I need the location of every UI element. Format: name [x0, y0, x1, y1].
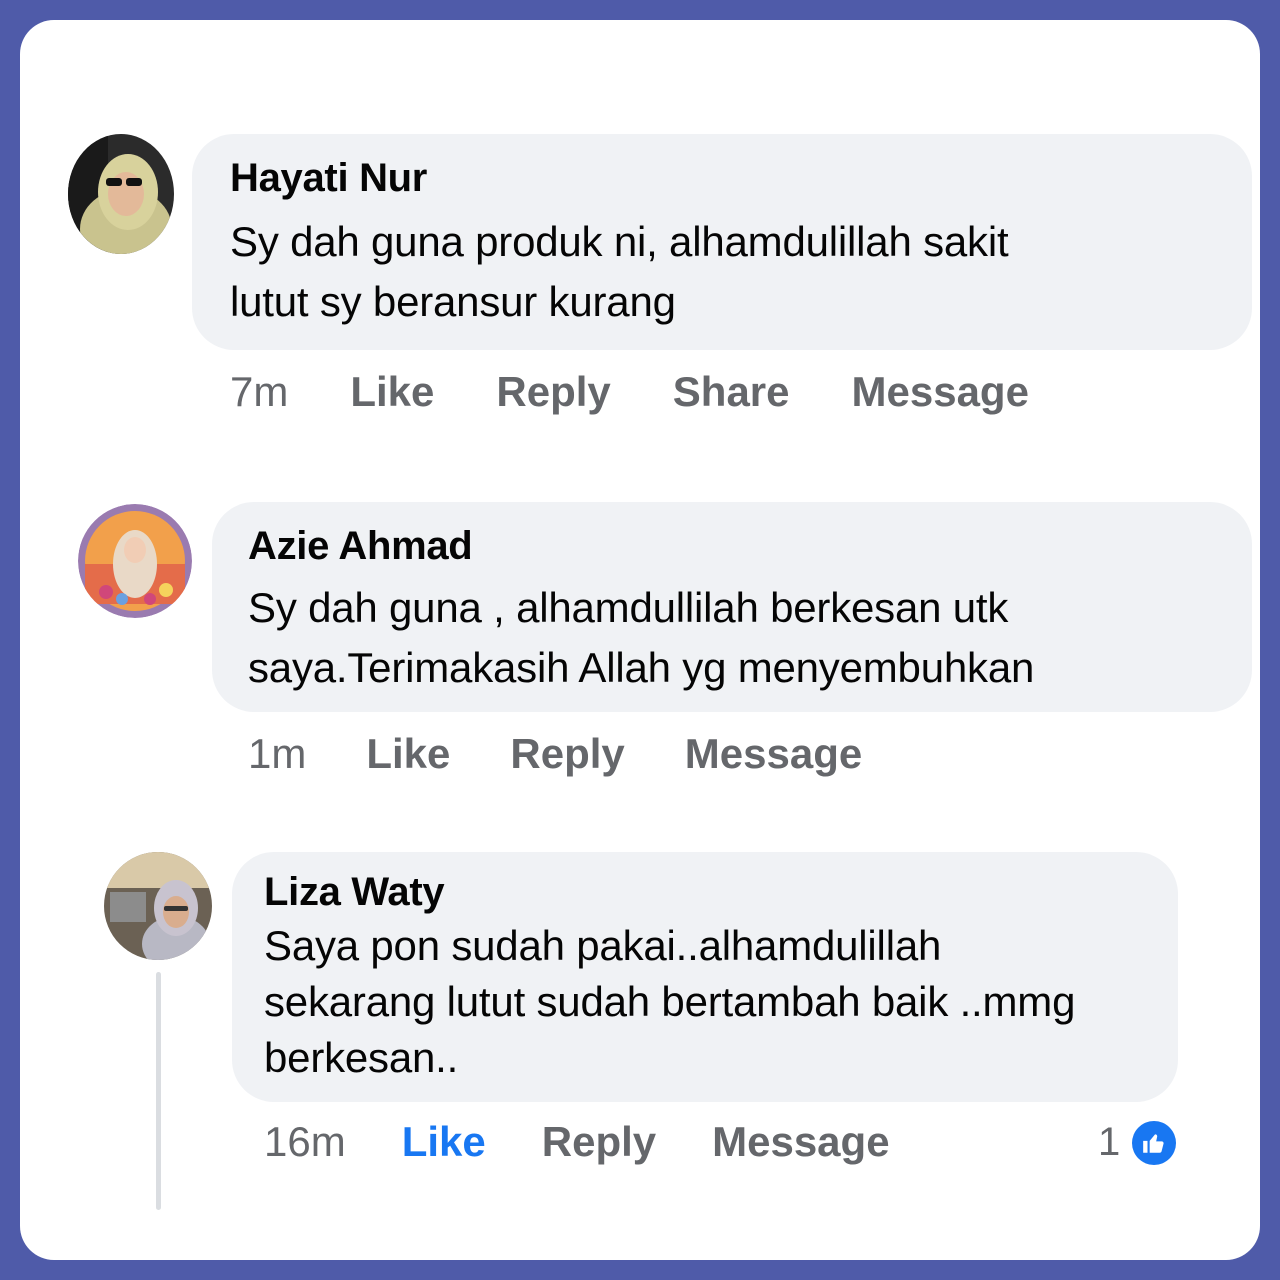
avatar[interactable] — [104, 852, 212, 960]
comment-time[interactable]: 7m — [230, 368, 288, 416]
thumbs-up-icon — [1132, 1120, 1177, 1165]
comment-text: Sy dah guna , alhamdullilah berkesan utk… — [248, 578, 1034, 698]
share-button[interactable]: Share — [673, 368, 790, 416]
reply-button[interactable]: Reply — [496, 368, 610, 416]
reply-thread-line — [156, 972, 161, 1210]
comment-time[interactable]: 16m — [264, 1118, 346, 1166]
comment-author[interactable]: Hayati Nur — [230, 156, 427, 201]
comment-text: Sy dah guna produk ni, alhamdulillah sak… — [230, 212, 1009, 332]
comment-text-line: Sy dah guna produk ni, alhamdulillah sak… — [230, 218, 1009, 265]
comment-text: Saya pon sudah pakai..alhamdulillah seka… — [264, 918, 1075, 1086]
avatar[interactable] — [68, 134, 174, 254]
comments-card: Hayati Nur Sy dah guna produk ni, alhamd… — [20, 20, 1260, 1260]
reply-button[interactable]: Reply — [542, 1118, 656, 1166]
message-button[interactable]: Message — [852, 368, 1029, 416]
like-button[interactable]: Like — [350, 368, 434, 416]
comment-author[interactable]: Azie Ahmad — [248, 524, 473, 569]
avatar[interactable] — [78, 504, 192, 618]
comment-author[interactable]: Liza Waty — [264, 870, 445, 915]
profile-photo — [104, 852, 212, 960]
comment-time[interactable]: 1m — [248, 730, 306, 778]
comment-text-line: saya.Terimakasih Allah yg menyembuhkan — [248, 644, 1035, 691]
profile-photo — [78, 504, 192, 618]
comment-text-line: berkesan.. — [264, 1034, 459, 1081]
like-button[interactable]: Like — [402, 1118, 486, 1166]
reaction-summary[interactable]: 1 — [1098, 1120, 1177, 1165]
message-button[interactable]: Message — [685, 730, 862, 778]
comment-actions: 16m Like Reply Message — [264, 1118, 890, 1166]
comment-text-line: Sy dah guna , alhamdullilah berkesan utk — [248, 584, 1009, 631]
like-button[interactable]: Like — [366, 730, 450, 778]
comment-text-line: sekarang lutut sudah bertambah baik ..mm… — [264, 978, 1076, 1025]
message-button[interactable]: Message — [712, 1118, 889, 1166]
reaction-count: 1 — [1098, 1120, 1121, 1164]
comment-text-line: lutut sy beransur kurang — [230, 278, 676, 325]
comment-actions: 7m Like Reply Share Message — [230, 368, 1029, 416]
reply-button[interactable]: Reply — [510, 730, 624, 778]
comment-actions: 1m Like Reply Message — [248, 730, 862, 778]
comment-text-line: Saya pon sudah pakai..alhamdulillah — [264, 922, 942, 969]
profile-photo — [68, 134, 174, 254]
